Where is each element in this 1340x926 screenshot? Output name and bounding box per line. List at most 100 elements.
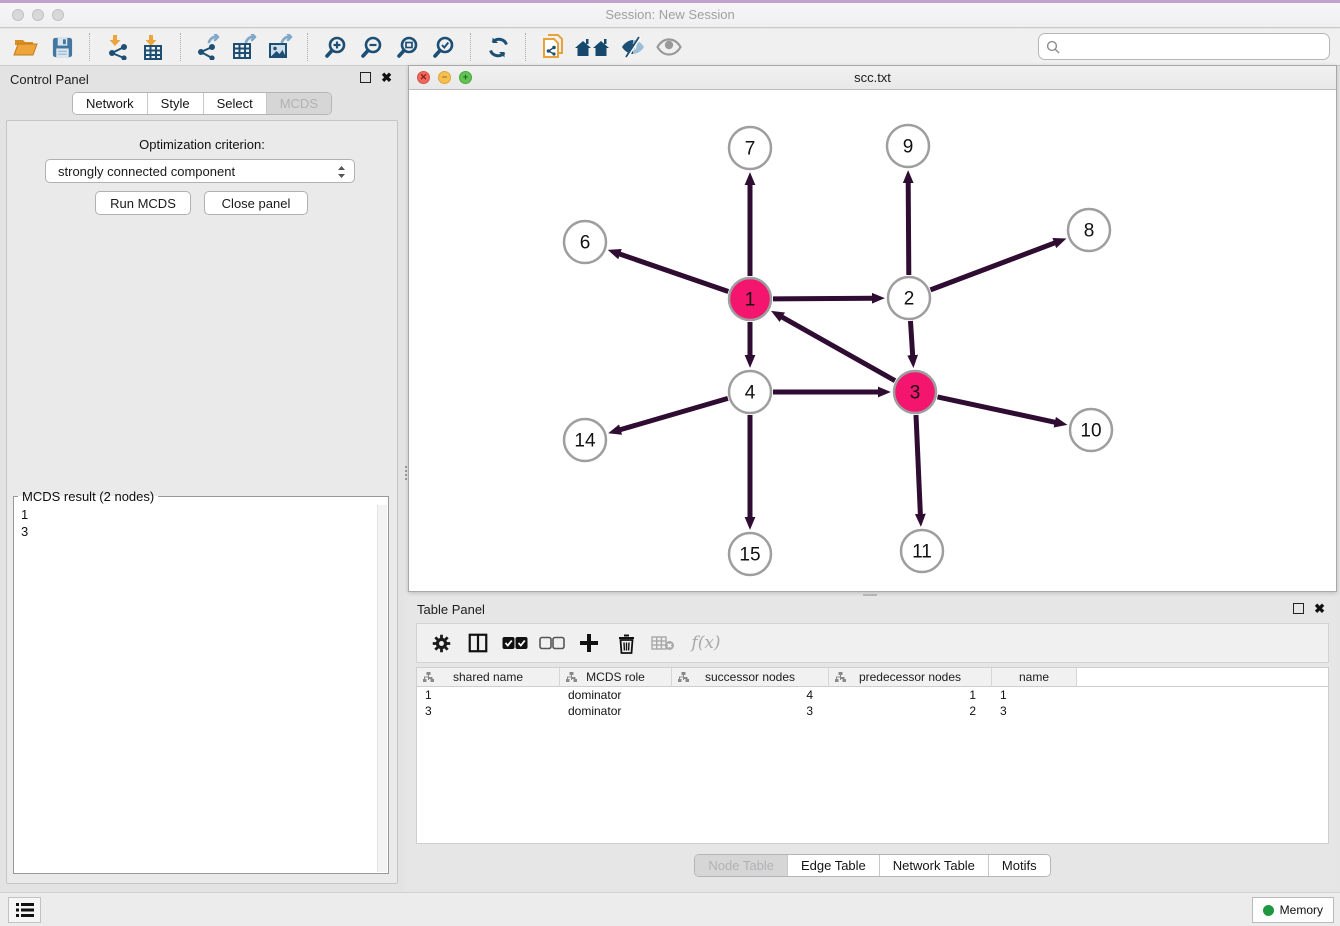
graph-edge[interactable]: [931, 243, 1056, 290]
tree-icon: [835, 672, 846, 683]
tab-select[interactable]: Select: [203, 93, 266, 114]
float-panel-icon[interactable]: [360, 72, 371, 83]
graph-node-14[interactable]: 14: [564, 419, 606, 461]
task-history-button[interactable]: [8, 897, 41, 923]
network-canvas[interactable]: 7 9 6 8 1 2 4 3 14 10 15 11: [409, 91, 1336, 591]
search-input[interactable]: [1065, 39, 1322, 54]
column-header-shared-name[interactable]: shared name: [417, 668, 560, 687]
tab-mcds[interactable]: MCDS: [266, 93, 331, 114]
save-session-icon[interactable]: [44, 32, 80, 62]
table-cell[interactable]: 4: [672, 687, 829, 703]
tab-motifs[interactable]: Motifs: [988, 855, 1050, 876]
graph-node-4[interactable]: 4: [729, 371, 771, 413]
select-all-icon[interactable]: [501, 629, 529, 657]
delete-icon[interactable]: [612, 629, 640, 657]
table-cell[interactable]: 1: [829, 687, 992, 703]
table-cell[interactable]: 2: [829, 703, 992, 719]
run-mcds-button[interactable]: Run MCDS: [95, 191, 191, 215]
float-table-panel-icon[interactable]: [1293, 603, 1304, 614]
graph-edge[interactable]: [619, 254, 728, 292]
table-cell[interactable]: 1: [417, 687, 560, 703]
network-view-window: ✕ − + scc.txt 7 9 6 8 1 2 4 3 14 10 15 11: [408, 65, 1337, 592]
table-cell[interactable]: dominator: [560, 687, 672, 703]
graph-node-8[interactable]: 8: [1068, 209, 1110, 251]
table-row[interactable]: 1dominator411: [417, 687, 1328, 703]
graph-node-2[interactable]: 2: [888, 277, 930, 319]
zoom-fit-icon[interactable]: [389, 32, 425, 62]
graph-node-9[interactable]: 9: [887, 125, 929, 167]
node-table[interactable]: shared name MCDS role successor nodes prede…: [416, 667, 1329, 844]
delete-table-icon: [649, 629, 677, 657]
graph-node-1[interactable]: 1: [729, 278, 771, 320]
duplicate-network-icon[interactable]: [535, 32, 571, 62]
close-panel-button[interactable]: Close panel: [204, 191, 308, 215]
graph-edge[interactable]: [773, 298, 873, 299]
export-table-icon[interactable]: [226, 32, 262, 62]
result-scrollbar[interactable]: [377, 505, 387, 872]
graph-node-label: 4: [745, 383, 756, 404]
close-panel-icon[interactable]: ✖: [381, 72, 392, 83]
deselect-all-icon[interactable]: [538, 629, 566, 657]
graph-edge[interactable]: [938, 397, 1056, 423]
table-cell[interactable]: 3: [672, 703, 829, 719]
houses-icon[interactable]: [571, 32, 615, 62]
mcds-tab-content: Optimization criterion: strongly connect…: [6, 120, 398, 884]
export-image-icon[interactable]: [262, 32, 298, 62]
graph-node-10[interactable]: 10: [1070, 409, 1112, 451]
graph-node-6[interactable]: 6: [564, 221, 606, 263]
graph-node-3[interactable]: 3: [894, 371, 936, 413]
graph-node-label: 10: [1080, 421, 1101, 442]
column-header-predecessor-nodes[interactable]: predecessor nodes: [829, 668, 992, 687]
mcds-result-text[interactable]: 13: [14, 504, 376, 873]
open-session-icon[interactable]: [8, 32, 44, 62]
tab-style[interactable]: Style: [147, 93, 203, 114]
graph-node-15[interactable]: 15: [729, 533, 771, 575]
zoom-out-icon[interactable]: [353, 32, 389, 62]
import-network-icon[interactable]: [99, 32, 135, 62]
column-header-label: MCDS role: [586, 670, 645, 684]
network-graph[interactable]: 7 9 6 8 1 2 4 3 14 10 15 11: [409, 91, 1336, 591]
graph-edge[interactable]: [916, 415, 920, 515]
graph-node-7[interactable]: 7: [729, 127, 771, 169]
graph-node-label: 14: [574, 431, 596, 452]
graph-edge[interactable]: [908, 182, 909, 275]
zoom-selected-icon[interactable]: [425, 32, 461, 62]
table-cell[interactable]: 3: [417, 703, 560, 719]
table-row[interactable]: 3dominator323: [417, 703, 1328, 719]
graph-node-label: 15: [739, 545, 760, 566]
search-box[interactable]: [1038, 33, 1330, 60]
gear-icon[interactable]: [427, 629, 455, 657]
tab-network[interactable]: Network: [73, 93, 147, 114]
tree-icon: [566, 672, 577, 683]
show-columns-icon[interactable]: [464, 629, 492, 657]
graph-edge[interactable]: [781, 317, 895, 381]
network-window-titlebar[interactable]: ✕ − + scc.txt: [409, 66, 1336, 90]
mcds-result-title: MCDS result (2 nodes): [18, 489, 158, 504]
eye-icon: [651, 32, 687, 62]
tab-network-table[interactable]: Network Table: [879, 855, 988, 876]
table-cell[interactable]: 3: [992, 703, 1077, 719]
column-header-label: successor nodes: [705, 670, 795, 684]
window-title: Session: New Session: [0, 7, 1340, 22]
tab-node-table[interactable]: Node Table: [695, 855, 787, 876]
graph-node-11[interactable]: 11: [901, 530, 943, 572]
column-header-name[interactable]: name: [992, 668, 1077, 687]
graph-edge[interactable]: [911, 321, 913, 356]
memory-button[interactable]: Memory: [1252, 897, 1334, 923]
zoom-in-icon[interactable]: [317, 32, 353, 62]
table-panel-tabs: Node TableEdge TableNetwork TableMotifs: [694, 854, 1050, 877]
search-icon: [1046, 40, 1060, 54]
table-cell[interactable]: dominator: [560, 703, 672, 719]
graph-edge[interactable]: [620, 398, 728, 430]
close-table-panel-icon[interactable]: ✖: [1314, 603, 1325, 614]
table-cell[interactable]: 1: [992, 687, 1077, 703]
refresh-icon[interactable]: [480, 32, 516, 62]
column-header-successor-nodes[interactable]: successor nodes: [672, 668, 829, 687]
add-icon[interactable]: [575, 629, 603, 657]
criterion-select[interactable]: strongly connected component: [45, 159, 355, 183]
import-table-icon[interactable]: [135, 32, 171, 62]
toggle-visibility-icon[interactable]: [615, 32, 651, 62]
tab-edge-table[interactable]: Edge Table: [787, 855, 879, 876]
column-header-MCDS-role[interactable]: MCDS role: [560, 668, 672, 687]
export-network-icon[interactable]: [190, 32, 226, 62]
